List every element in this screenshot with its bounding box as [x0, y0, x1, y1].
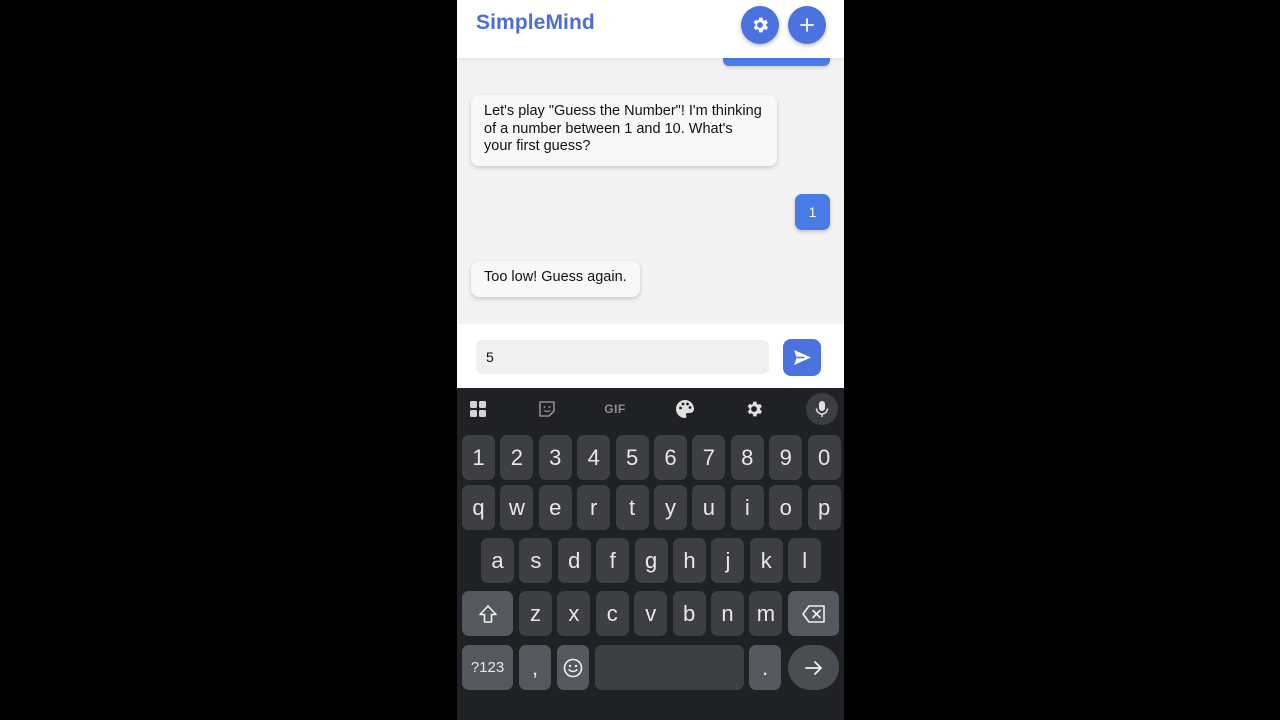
- shift-icon: [478, 604, 497, 623]
- chat-area[interactable]: Let's play "Guess the Number"! I'm think…: [457, 58, 844, 324]
- letter-key-p[interactable]: p: [807, 485, 841, 530]
- message-input[interactable]: [476, 340, 769, 374]
- palette-icon: [676, 400, 694, 418]
- settings-button[interactable]: [741, 6, 779, 44]
- letter-key-z[interactable]: z: [519, 591, 552, 636]
- shift-key[interactable]: [462, 591, 513, 636]
- letter-key-d[interactable]: d: [557, 538, 591, 583]
- number-key-3[interactable]: 3: [538, 435, 572, 480]
- plus-icon: [800, 18, 814, 32]
- number-key-5[interactable]: 5: [615, 435, 649, 480]
- comma-key[interactable]: ,: [519, 645, 551, 690]
- number-key-7[interactable]: 7: [692, 435, 726, 480]
- new-chat-button[interactable]: [788, 6, 826, 44]
- letter-key-v[interactable]: v: [634, 591, 668, 636]
- letter-key-t[interactable]: t: [615, 485, 649, 530]
- letter-key-j[interactable]: j: [711, 538, 745, 583]
- keyboard-settings-button[interactable]: [734, 388, 774, 430]
- letter-key-x[interactable]: x: [557, 591, 591, 636]
- number-key-1[interactable]: 1: [462, 435, 495, 480]
- letter-key-b[interactable]: b: [672, 591, 706, 636]
- letter-key-w[interactable]: w: [500, 485, 534, 530]
- gear-icon: [747, 401, 762, 417]
- phone-screen: SimpleMind Let's play "Guess the Number"…: [457, 0, 844, 720]
- letter-key-r[interactable]: r: [577, 485, 611, 530]
- number-key-8[interactable]: 8: [730, 435, 764, 480]
- letter-key-c[interactable]: c: [595, 591, 629, 636]
- number-key-4[interactable]: 4: [577, 435, 611, 480]
- period-key[interactable]: .: [749, 645, 781, 690]
- user-message: 1: [795, 194, 830, 230]
- gear-icon: [753, 17, 768, 33]
- emoji-icon: [563, 658, 583, 677]
- on-screen-keyboard: GIF ?123 , . 1 2 3 4 5 6 7 8 9 0 q w e r…: [457, 388, 844, 720]
- voice-input-button[interactable]: [806, 393, 838, 425]
- sticker-icon: [539, 401, 555, 417]
- letter-key-i[interactable]: i: [730, 485, 764, 530]
- symbols-key[interactable]: ?123: [462, 645, 513, 690]
- letter-key-y[interactable]: y: [654, 485, 687, 530]
- letter-key-s[interactable]: s: [519, 538, 553, 583]
- bot-message: Too low! Guess again.: [471, 261, 640, 297]
- letter-key-g[interactable]: g: [634, 538, 668, 583]
- previous-user-message: [723, 58, 830, 66]
- arrow-right-icon: [804, 660, 822, 675]
- mic-icon: [815, 401, 829, 417]
- emoji-key[interactable]: [557, 645, 589, 690]
- app-title: SimpleMind: [476, 11, 595, 34]
- send-icon: [793, 349, 811, 366]
- grid-icon: [470, 401, 486, 417]
- letter-key-l[interactable]: l: [788, 538, 822, 583]
- message-composer: [457, 324, 844, 388]
- theme-button[interactable]: [665, 388, 705, 430]
- letter-key-f[interactable]: f: [596, 538, 630, 583]
- apps-button[interactable]: [458, 388, 498, 430]
- letter-key-k[interactable]: k: [749, 538, 783, 583]
- letter-key-o[interactable]: o: [769, 485, 803, 530]
- send-button[interactable]: [783, 339, 821, 376]
- letter-key-e[interactable]: e: [538, 485, 572, 530]
- backspace-icon: [801, 604, 825, 623]
- letter-key-q[interactable]: q: [462, 485, 495, 530]
- letter-key-u[interactable]: u: [692, 485, 726, 530]
- gif-button[interactable]: GIF: [595, 388, 635, 430]
- letter-key-h[interactable]: h: [673, 538, 706, 583]
- letter-key-a[interactable]: a: [481, 538, 514, 583]
- gif-label: GIF: [604, 402, 626, 416]
- sticker-button[interactable]: [527, 388, 567, 430]
- bot-message: Let's play "Guess the Number"! I'm think…: [471, 95, 777, 166]
- number-key-9[interactable]: 9: [769, 435, 803, 480]
- number-key-0[interactable]: 0: [807, 435, 841, 480]
- number-key-2[interactable]: 2: [500, 435, 534, 480]
- enter-key[interactable]: [788, 645, 839, 690]
- letter-key-m[interactable]: m: [749, 591, 783, 636]
- letter-key-n[interactable]: n: [711, 591, 744, 636]
- space-key[interactable]: [595, 645, 744, 690]
- number-key-6[interactable]: 6: [654, 435, 687, 480]
- backspace-key[interactable]: [788, 591, 839, 636]
- keyboard-toolbar: GIF: [457, 388, 844, 430]
- app-header: SimpleMind: [457, 0, 844, 58]
